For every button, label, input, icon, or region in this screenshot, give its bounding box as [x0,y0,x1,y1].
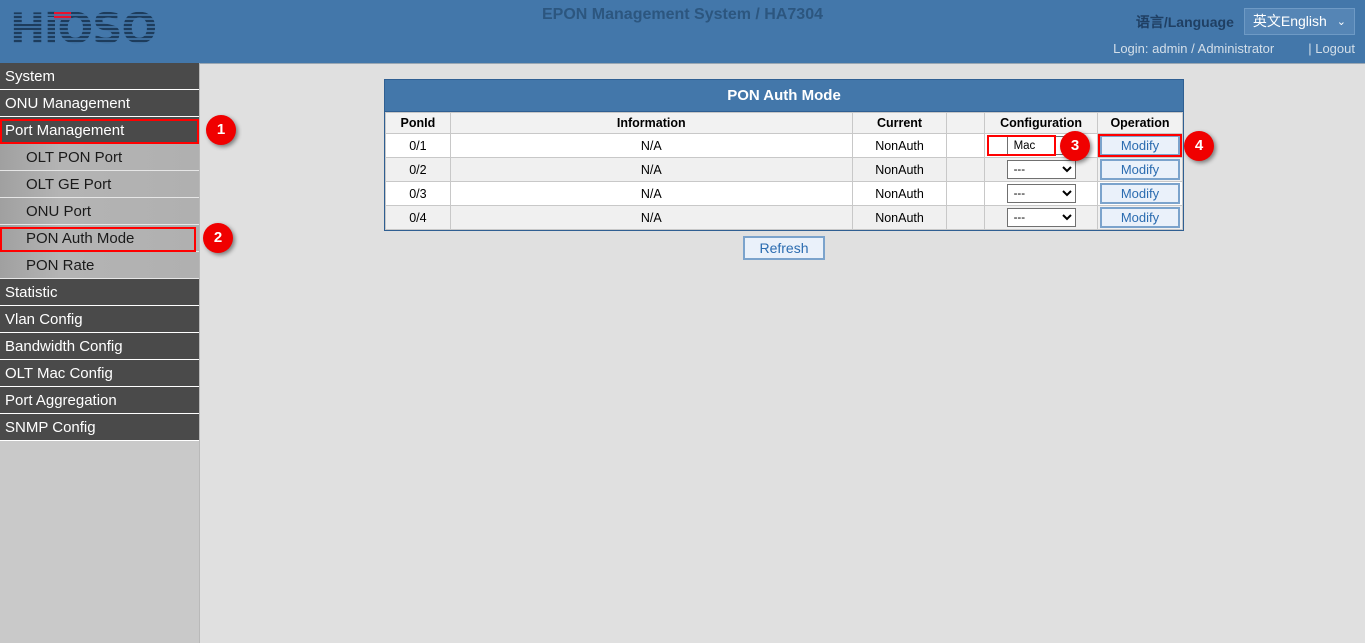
table-row: 0/4 N/A NonAuth --- Modify [386,206,1183,230]
sidebar-item-system[interactable]: System [0,63,199,90]
sidebar-item-olt-mac-config[interactable]: OLT Mac Config [0,360,199,387]
cell-current: NonAuth [852,134,947,158]
column-header-spacer [947,113,985,134]
table-row: 0/2 N/A NonAuth --- Modify [386,158,1183,182]
cell-operation: Modify [1097,182,1182,206]
cell-configuration: --- [985,158,1098,182]
cell-operation: Modify [1097,158,1182,182]
page-header: HiOSO EPON Management System / HA7304 语言… [0,0,1365,63]
chevron-down-icon: ⌄ [1337,15,1346,28]
sidebar-item-olt-pon-port[interactable]: OLT PON Port [0,144,199,171]
cell-information: N/A [450,134,852,158]
table-header-row: PonId Information Current Configuration … [386,113,1183,134]
sidebar-item-bandwidth-config[interactable]: Bandwidth Config [0,333,199,360]
cell-configuration: --- [985,182,1098,206]
cell-ponid: 0/1 [386,134,451,158]
sidebar-item-pon-rate[interactable]: PON Rate [0,252,199,279]
annotation-badge-4: 4 [1184,131,1214,161]
refresh-button[interactable]: Refresh [743,236,824,260]
config-select-row-2[interactable]: --- [1007,160,1076,179]
logout-link[interactable]: | Logout [1308,41,1355,56]
config-select-row-4[interactable]: --- [1007,208,1076,227]
login-info: Login: admin / Administrator | Logout [1113,41,1355,56]
cell-spacer [947,206,985,230]
language-area: 语言/Language 英文English ⌄ [1136,8,1355,35]
annotation-badge-1: 1 [206,115,236,145]
modify-button-row-2[interactable]: Modify [1100,159,1180,180]
cell-ponid: 0/4 [386,206,451,230]
sidebar-item-snmp-config[interactable]: SNMP Config [0,414,199,441]
sidebar-item-olt-ge-port[interactable]: OLT GE Port [0,171,199,198]
sidebar-item-statistic[interactable]: Statistic [0,279,199,306]
cell-current: NonAuth [852,158,947,182]
modify-button-row-1[interactable]: Modify [1100,135,1180,156]
sidebar-item-onu-management[interactable]: ONU Management [0,90,199,117]
language-select[interactable]: 英文English ⌄ [1244,8,1355,35]
cell-ponid: 0/2 [386,158,451,182]
refresh-area: Refresh [384,240,1184,258]
sidebar: System ONU Management Port Management OL… [0,63,199,643]
sidebar-item-onu-port[interactable]: ONU Port [0,198,199,225]
column-header-configuration: Configuration [985,113,1098,134]
table-row: 0/3 N/A NonAuth --- Modify [386,182,1183,206]
cell-information: N/A [450,206,852,230]
pon-auth-mode-table: PonId Information Current Configuration … [385,112,1183,230]
cell-information: N/A [450,158,852,182]
sidebar-item-port-aggregation[interactable]: Port Aggregation [0,387,199,414]
cell-spacer [947,182,985,206]
sidebar-item-vlan-config[interactable]: Vlan Config [0,306,199,333]
config-select-row-3[interactable]: --- [1007,184,1076,203]
column-header-ponid: PonId [386,113,451,134]
cell-ponid: 0/3 [386,182,451,206]
cell-current: NonAuth [852,206,947,230]
language-select-value: 英文English [1253,11,1327,31]
table-header: PonId Information Current Configuration … [386,113,1183,134]
column-header-current: Current [852,113,947,134]
modify-button-row-4[interactable]: Modify [1100,207,1180,228]
column-header-information: Information [450,113,852,134]
page-root: HiOSO EPON Management System / HA7304 语言… [0,0,1365,643]
cell-operation: Modify [1097,134,1182,158]
cell-configuration: --- [985,206,1098,230]
modify-button-row-3[interactable]: Modify [1100,183,1180,204]
sidebar-item-pon-auth-mode[interactable]: PON Auth Mode [0,225,199,252]
cell-information: N/A [450,182,852,206]
column-header-operation: Operation [1097,113,1182,134]
cell-operation: Modify [1097,206,1182,230]
cell-current: NonAuth [852,182,947,206]
sidebar-item-port-management[interactable]: Port Management [0,117,199,144]
annotation-badge-3: 3 [1060,131,1090,161]
login-user-text: Login: admin / Administrator [1113,41,1274,56]
panel-title: PON Auth Mode [385,80,1183,112]
language-label: 语言/Language [1136,12,1234,32]
annotation-badge-2: 2 [203,223,233,253]
cell-spacer [947,134,985,158]
cell-spacer [947,158,985,182]
